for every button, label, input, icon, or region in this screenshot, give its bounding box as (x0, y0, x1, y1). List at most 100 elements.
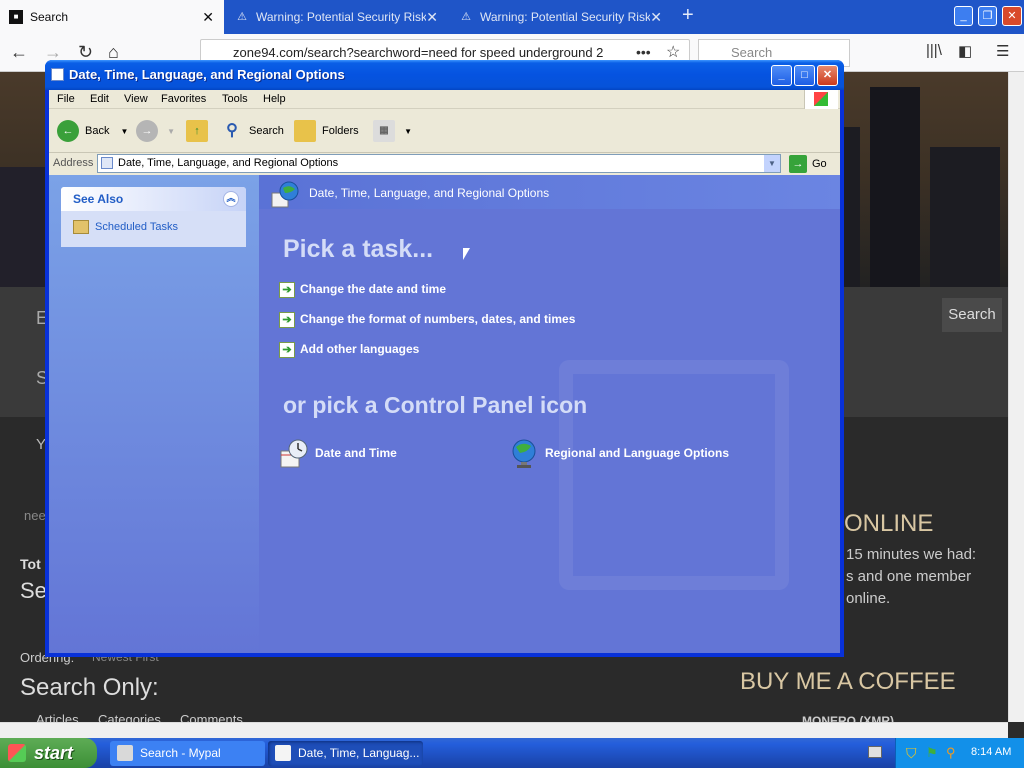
window-titlebar[interactable]: Date, Time, Language, and Regional Optio… (45, 60, 844, 90)
close-button[interactable]: ✕ (817, 65, 838, 86)
warning-icon: ⚠ (237, 11, 247, 23)
site-search-input[interactable]: nee (24, 508, 46, 523)
watermark-checkmark-icon (559, 360, 789, 590)
tab-search[interactable]: ■ Search ✕ (0, 0, 224, 34)
new-tab-button[interactable]: + (682, 4, 694, 27)
scheduled-tasks-link[interactable]: Scheduled Tasks (73, 220, 178, 234)
explorer-body: See Also ︽ Scheduled Tasks Date, Time, L… (49, 175, 840, 653)
date-and-time-icon-link[interactable]: Date and Time (279, 437, 397, 469)
address-label: Address (53, 157, 94, 169)
control-panel-app-icon (275, 745, 291, 761)
clock: 8:14 AM (971, 746, 1012, 758)
views-grid-icon: ▦ (373, 120, 395, 143)
menu-hamburger-icon[interactable]: ☰ (996, 42, 1009, 60)
up-folder-icon: ↑ (186, 120, 208, 143)
address-dropdown-icon[interactable]: ▼ (764, 155, 780, 172)
menu-tools[interactable]: Tools (222, 93, 248, 105)
menu-favorites[interactable]: Favorites (161, 93, 206, 105)
address-page-icon (101, 157, 113, 169)
browser-restore-button[interactable]: ❐ (978, 6, 997, 26)
network-icon[interactable]: ⚑ (926, 745, 938, 761)
site-favicon-icon: ■ (9, 10, 23, 24)
task-arrow-icon: ➔ (279, 312, 295, 328)
task-change-date-time[interactable]: ➔ Change the date and time (279, 282, 446, 298)
address-field[interactable]: Date, Time, Language, and Regional Optio… (97, 154, 781, 173)
menu-help[interactable]: Help (263, 93, 286, 105)
system-tray: ⛉ ⚑ ⚲ 8:14 AM (895, 738, 1024, 768)
content-pane: Date, Time, Language, and Regional Optio… (259, 175, 840, 653)
pick-icon-heading: or pick a Control Panel icon (283, 392, 588, 418)
address-bar: Address Date, Time, Language, and Region… (49, 153, 840, 175)
back-button[interactable]: ← Back ▼ (57, 120, 129, 143)
close-tab-icon[interactable]: ✕ (426, 0, 438, 34)
bookmark-star-icon[interactable]: ☆ (666, 42, 680, 62)
vertical-scrollbar[interactable] (1008, 72, 1024, 722)
globe-icon (512, 439, 536, 468)
library-icon[interactable]: |||\ (926, 42, 942, 59)
menu-file[interactable]: File (57, 93, 75, 105)
sidebar-icon[interactable]: ◧ (958, 42, 972, 60)
pick-a-task-heading: Pick a task... (283, 235, 434, 263)
windows-logo-icon (804, 90, 838, 109)
regional-language-icon-link[interactable]: Regional and Language Options (509, 437, 729, 469)
close-tab-icon[interactable]: ✕ (202, 0, 214, 34)
views-button[interactable]: ▦ ▼ (373, 120, 412, 143)
forward-arrow-icon: → (136, 120, 158, 143)
see-also-header[interactable]: See Also ︽ (61, 187, 246, 211)
keyboard-icon[interactable] (868, 746, 882, 758)
collapse-chevron-icon[interactable]: ︽ (223, 191, 239, 207)
search-button[interactable]: ⚲ Search (221, 120, 284, 142)
folders-icon (294, 120, 316, 143)
globe-calendar-icon (271, 181, 299, 208)
forward-button[interactable]: → ▼ (136, 120, 175, 143)
checkbox-comments[interactable]: Comments (180, 712, 243, 722)
menu-bar: File Edit View Favorites Tools Help (49, 90, 840, 109)
up-folder-button[interactable]: ↑ (186, 120, 214, 143)
horizontal-scrollbar[interactable] (0, 722, 1008, 738)
toolbar: ← Back ▼ → ▼ ↑ ⚲ Search Folders ▦ ▼ (49, 109, 840, 153)
clock-calendar-icon (280, 439, 308, 468)
security-shield-icon[interactable]: ⛉ (906, 745, 917, 762)
mouse-cursor-icon (463, 248, 470, 260)
taskbar-button-mypal[interactable]: Search - Mypal (110, 741, 265, 766)
window-app-icon (51, 68, 64, 81)
task-add-languages[interactable]: ➔ Add other languages (279, 342, 419, 358)
task-arrow-icon: ➔ (279, 282, 295, 298)
menu-view[interactable]: View (124, 93, 148, 105)
taskbar: start Search - Mypal Date, Time, Languag… (0, 738, 1024, 768)
browser-app-icon (117, 745, 133, 761)
search-magnifier-icon: ⚲ (226, 122, 238, 140)
maximize-button[interactable]: □ (794, 65, 815, 86)
task-arrow-icon: ➔ (279, 342, 295, 358)
scheduled-tasks-icon (73, 220, 89, 234)
task-change-format[interactable]: ➔ Change the format of numbers, dates, an… (279, 312, 575, 328)
window-title: Date, Time, Language, and Regional Optio… (69, 67, 345, 82)
windows-flag-icon (8, 744, 26, 762)
back-arrow-icon[interactable]: ← (10, 42, 28, 63)
browser-minimize-button[interactable]: _ (954, 6, 973, 26)
views-dropdown-icon[interactable]: ▼ (404, 127, 412, 136)
taskbar-button-date-time[interactable]: Date, Time, Languag... (268, 741, 423, 766)
see-also-panel: See Also ︽ Scheduled Tasks (61, 187, 246, 247)
folders-button[interactable]: Folders (294, 120, 359, 143)
checkbox-categories[interactable]: Categories (98, 712, 161, 722)
explorer-window: Date, Time, Language, and Regional Optio… (45, 60, 844, 657)
checkbox-articles[interactable]: Articles (36, 712, 79, 722)
page-actions-icon[interactable]: ••• (636, 44, 651, 60)
menu-edit[interactable]: Edit (90, 93, 109, 105)
go-button[interactable]: → Go (789, 155, 827, 174)
task-pane: See Also ︽ Scheduled Tasks (49, 175, 259, 653)
forward-dropdown-icon[interactable]: ▼ (167, 127, 175, 136)
minimize-button[interactable]: _ (771, 65, 792, 86)
url-text: zone94.com/search?searchword=need for sp… (233, 45, 604, 60)
search-tray-icon[interactable]: ⚲ (946, 745, 956, 761)
back-dropdown-icon[interactable]: ▼ (121, 127, 129, 136)
tab-warning-1[interactable]: ⚠ Warning: Potential Security Risk Ah ✕ (226, 0, 448, 34)
tab-warning-2[interactable]: ⚠ Warning: Potential Security Risk Ah ✕ (450, 0, 672, 34)
go-arrow-icon: → (789, 155, 807, 174)
category-title: Date, Time, Language, and Regional Optio… (309, 186, 550, 200)
close-tab-icon[interactable]: ✕ (650, 0, 662, 34)
site-search-button[interactable]: Search (942, 298, 1002, 332)
start-button[interactable]: start (0, 738, 97, 768)
browser-close-button[interactable]: ✕ (1002, 6, 1022, 26)
